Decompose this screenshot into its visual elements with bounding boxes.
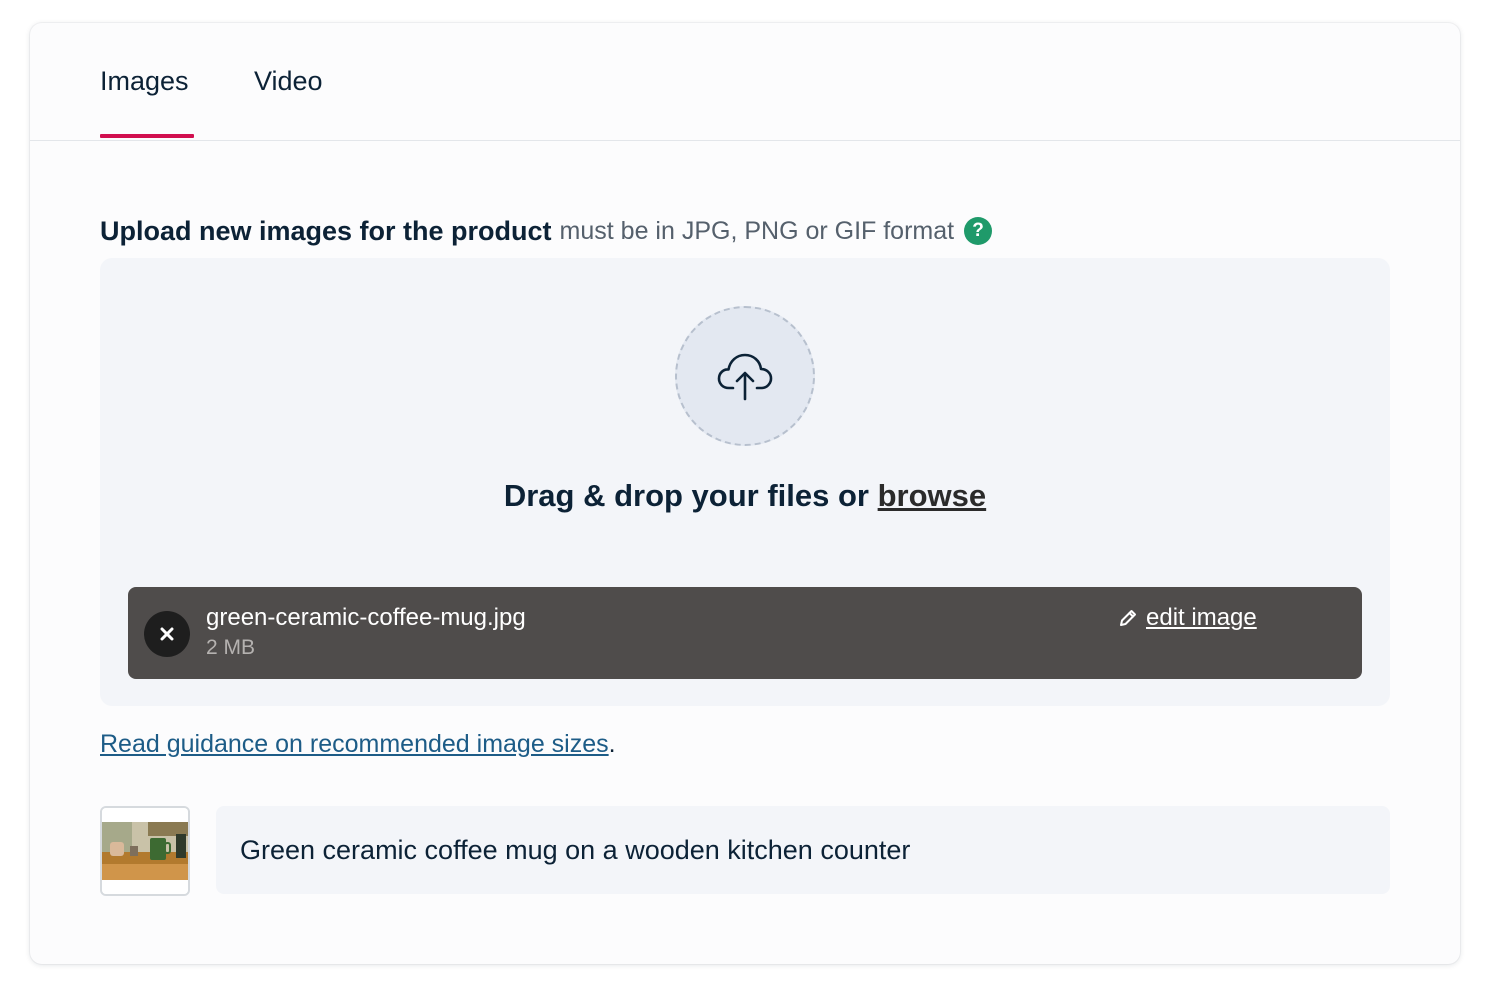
upload-heading-title: Upload new images for the product	[100, 215, 552, 246]
cloud-upload-icon[interactable]	[675, 306, 815, 446]
alt-text-input[interactable]: Green ceramic coffee mug on a wooden kit…	[216, 806, 1390, 894]
drop-text: Drag & drop your files or	[503, 478, 869, 513]
file-dropzone[interactable]: Drag & drop your files or browse green-c…	[100, 258, 1390, 706]
file-size: 2 MB	[206, 636, 256, 659]
image-thumbnail[interactable]	[100, 806, 190, 896]
guidance-period: .	[608, 730, 616, 758]
media-tabs: Images Video	[30, 23, 1460, 141]
active-tab-indicator	[100, 134, 194, 138]
uploaded-file-row: green-ceramic-coffee-mug.jpg 2 MB edit i…	[128, 587, 1362, 679]
remove-file-button[interactable]	[144, 611, 190, 657]
tab-images[interactable]: Images	[100, 63, 189, 99]
edit-image-label: edit image	[1146, 604, 1257, 631]
upload-heading: Upload new images for the product must b…	[100, 211, 993, 251]
media-upload-card: Images Video Upload new images for the p…	[30, 23, 1460, 964]
thumbnail-photo	[102, 808, 188, 894]
guidance-link[interactable]: Read guidance on recommended image sizes	[100, 730, 609, 758]
tab-video[interactable]: Video	[254, 63, 323, 99]
image-size-guidance: Read guidance on recommended image sizes…	[100, 727, 616, 761]
browse-link[interactable]: browse	[878, 478, 987, 513]
upload-format-note: must be in JPG, PNG or GIF format	[559, 216, 955, 245]
pencil-icon	[1120, 610, 1136, 626]
close-icon	[160, 627, 174, 641]
dropzone-instructions: Drag & drop your files or browse	[100, 476, 1390, 516]
help-icon[interactable]: ?	[964, 217, 993, 245]
file-name: green-ceramic-coffee-mug.jpg	[206, 604, 526, 631]
edit-image-link[interactable]: edit image	[1118, 603, 1257, 633]
